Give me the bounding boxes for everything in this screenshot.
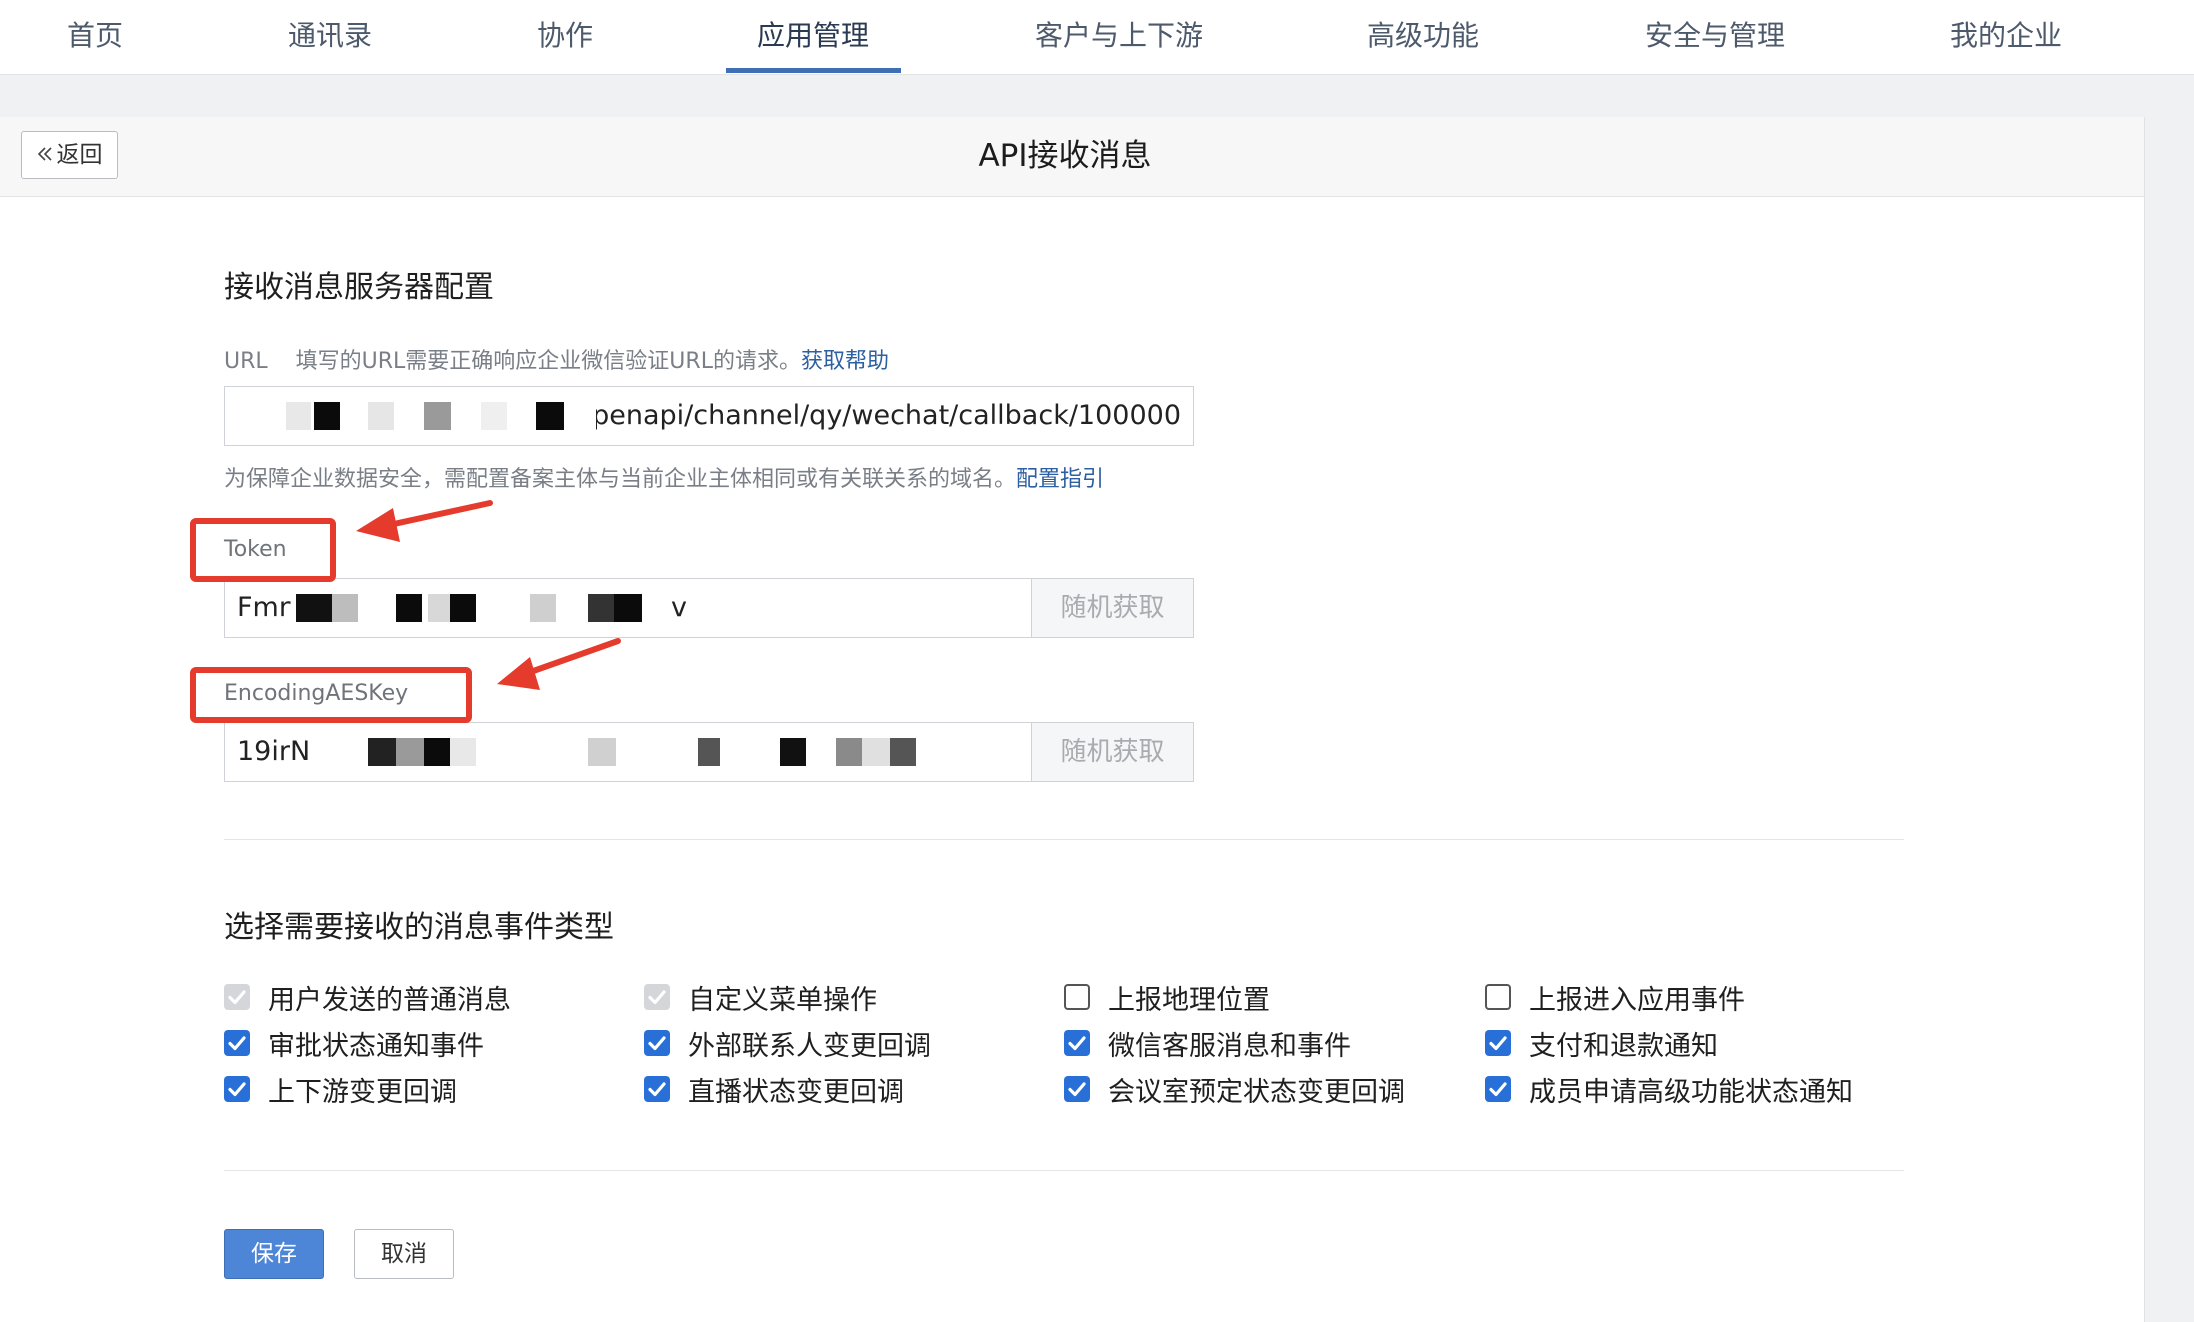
event-option[interactable]: 微信客服消息和事件 <box>1064 1026 1351 1062</box>
checkbox-disabled-checked-icon <box>224 984 250 1010</box>
event-option-label: 上报进入应用事件 <box>1529 984 1745 1016</box>
event-option-label: 上报地理位置 <box>1108 984 1270 1016</box>
cancel-button[interactable]: 取消 <box>354 1229 454 1279</box>
checkbox-checked-icon[interactable] <box>644 1030 670 1056</box>
event-option-label: 用户发送的普通消息 <box>268 984 511 1016</box>
event-option[interactable]: 上下游变更回调 <box>224 1072 457 1108</box>
event-option-label: 成员申请高级功能状态通知 <box>1529 1076 1853 1108</box>
aes-key-arrow-icon <box>497 638 621 690</box>
token-arrow-icon <box>356 500 493 542</box>
checkbox-checked-icon[interactable] <box>1485 1076 1511 1102</box>
event-option-label: 上下游变更回调 <box>268 1076 457 1108</box>
actions-divider <box>224 1170 1904 1171</box>
event-option-label: 直播状态变更回调 <box>688 1076 904 1108</box>
event-option-label: 自定义菜单操作 <box>688 984 877 1016</box>
event-option[interactable]: 外部联系人变更回调 <box>644 1026 931 1062</box>
event-option-label: 外部联系人变更回调 <box>688 1030 931 1062</box>
checkbox-unchecked-icon[interactable] <box>1064 984 1090 1010</box>
checkbox-unchecked-icon[interactable] <box>1485 984 1511 1010</box>
checkbox-checked-icon[interactable] <box>644 1076 670 1102</box>
event-option-label: 会议室预定状态变更回调 <box>1108 1076 1405 1108</box>
event-option-label: 支付和退款通知 <box>1529 1030 1718 1062</box>
event-option[interactable]: 直播状态变更回调 <box>644 1072 904 1108</box>
save-button[interactable]: 保存 <box>224 1229 324 1279</box>
event-option[interactable]: 上报地理位置 <box>1064 980 1270 1016</box>
checkbox-disabled-checked-icon <box>644 984 670 1010</box>
event-option: 自定义菜单操作 <box>644 980 877 1016</box>
events-title: 选择需要接收的消息事件类型 <box>224 910 614 945</box>
event-option-label: 审批状态通知事件 <box>268 1030 484 1062</box>
checkbox-checked-icon[interactable] <box>1064 1030 1090 1056</box>
checkbox-checked-icon[interactable] <box>224 1030 250 1056</box>
section-divider <box>224 839 1904 840</box>
event-option[interactable]: 成员申请高级功能状态通知 <box>1485 1072 1853 1108</box>
event-option-label: 微信客服消息和事件 <box>1108 1030 1351 1062</box>
event-option[interactable]: 支付和退款通知 <box>1485 1026 1718 1062</box>
annotation-arrows <box>356 500 621 690</box>
checkbox-checked-icon[interactable] <box>1485 1030 1511 1056</box>
event-option[interactable]: 会议室预定状态变更回调 <box>1064 1072 1405 1108</box>
event-option[interactable]: 上报进入应用事件 <box>1485 980 1745 1016</box>
event-option: 用户发送的普通消息 <box>224 980 511 1016</box>
event-option[interactable]: 审批状态通知事件 <box>224 1026 484 1062</box>
checkbox-checked-icon[interactable] <box>1064 1076 1090 1102</box>
checkbox-checked-icon[interactable] <box>224 1076 250 1102</box>
